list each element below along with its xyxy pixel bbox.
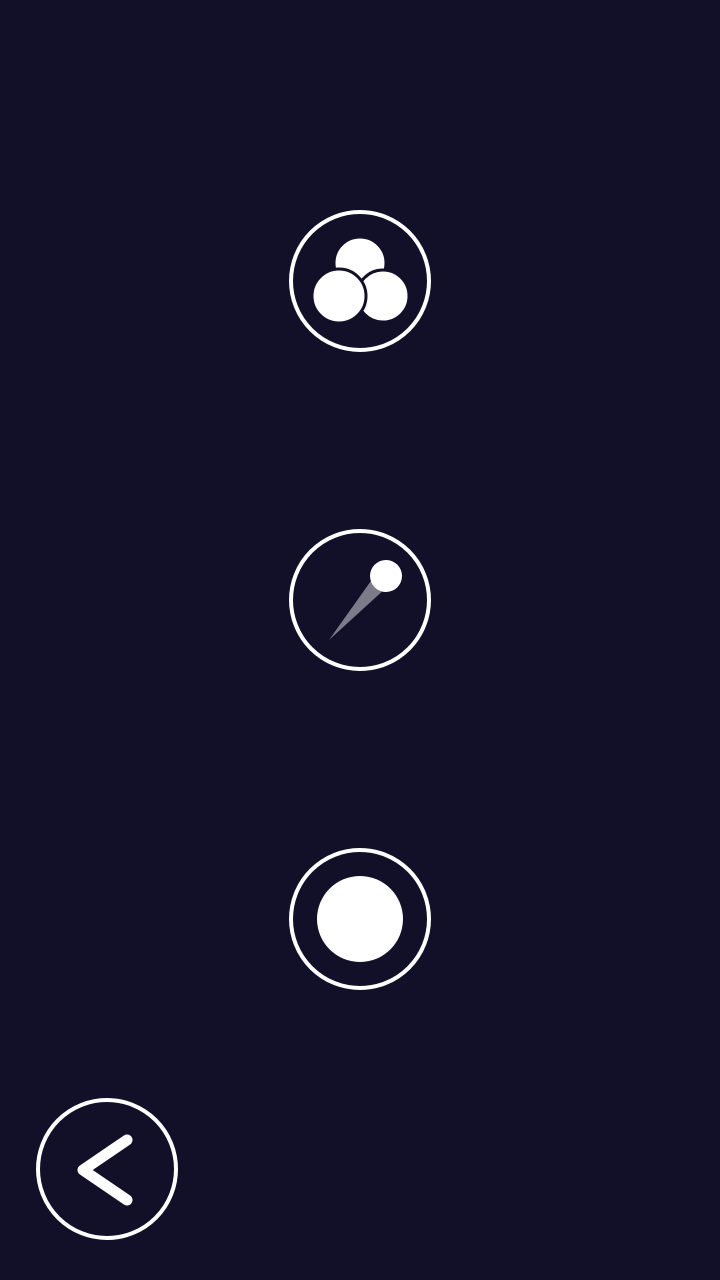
back-button[interactable] (36, 1098, 178, 1240)
ball-trail-icon (329, 560, 402, 640)
shot-mode-button[interactable] (289, 529, 431, 671)
single-ball-icon (317, 876, 403, 962)
game-menu-screen (0, 0, 720, 1280)
three-balls-icon (310, 235, 411, 325)
multi-ball-mode-button[interactable] (289, 210, 431, 352)
single-ball-mode-button[interactable] (289, 848, 431, 990)
chevron-left-icon (77, 1134, 133, 1206)
